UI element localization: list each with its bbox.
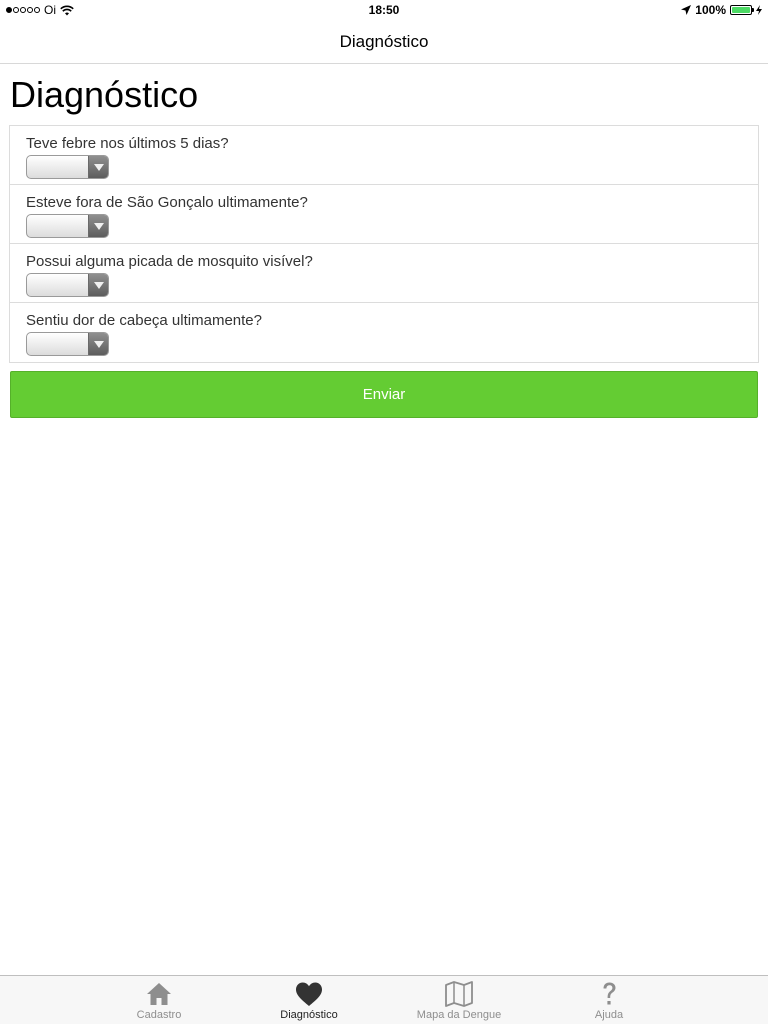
home-icon bbox=[147, 983, 171, 1005]
question-list: Teve febre nos últimos 5 dias? Esteve fo… bbox=[9, 125, 759, 363]
nav-title: Diagnóstico bbox=[339, 32, 429, 51]
dropdown-arrow-icon bbox=[88, 274, 108, 296]
app-screen: Oi 18:50 100% Diagnóstico Diagnóstico Te… bbox=[0, 0, 768, 1024]
navigation-bar: Diagnóstico bbox=[0, 20, 768, 64]
location-arrow-icon bbox=[681, 5, 692, 15]
submit-button[interactable]: Enviar bbox=[10, 371, 758, 418]
question-row-travel: Esteve fora de São Gonçalo ultimamente? bbox=[10, 185, 758, 244]
status-bar: Oi 18:50 100% bbox=[0, 0, 768, 20]
tab-label: Mapa da Dengue bbox=[416, 1009, 502, 1021]
tab-diagnostico[interactable]: Diagnóstico bbox=[254, 976, 364, 1024]
question-label: Sentiu dor de cabeça ultimamente? bbox=[26, 312, 262, 329]
map-icon bbox=[445, 981, 473, 1007]
dropdown-arrow-icon bbox=[88, 333, 108, 355]
battery-icon bbox=[730, 5, 754, 15]
question-label: Esteve fora de São Gonçalo ultimamente? bbox=[26, 194, 308, 211]
tab-label: Ajuda bbox=[594, 1009, 624, 1021]
tab-mapa-da-dengue[interactable]: Mapa da Dengue bbox=[404, 976, 514, 1024]
tab-ajuda[interactable]: Ajuda bbox=[554, 976, 664, 1024]
tab-cadastro[interactable]: Cadastro bbox=[104, 976, 214, 1024]
charging-bolt-icon bbox=[756, 5, 762, 15]
question-label: Possui alguma picada de mosquito visível… bbox=[26, 253, 313, 270]
travel-select[interactable] bbox=[26, 214, 109, 238]
battery-fill bbox=[732, 7, 750, 13]
question-label: Teve febre nos últimos 5 dias? bbox=[26, 135, 229, 152]
question-row-mosquito-bite: Possui alguma picada de mosquito visível… bbox=[10, 244, 758, 303]
tab-bar: Cadastro Diagnóstico Mapa da Dengue Ajud… bbox=[0, 975, 768, 1024]
question-mark-icon bbox=[603, 982, 616, 1005]
headache-select[interactable] bbox=[26, 332, 109, 356]
heart-icon bbox=[296, 982, 322, 1006]
tab-label: Diagnóstico bbox=[280, 1009, 338, 1021]
mosquito-bite-select[interactable] bbox=[26, 273, 109, 297]
dropdown-arrow-icon bbox=[88, 215, 108, 237]
question-row-fever: Teve febre nos últimos 5 dias? bbox=[10, 126, 758, 185]
status-right: 100% bbox=[681, 3, 762, 17]
status-time: 18:50 bbox=[368, 3, 400, 17]
dropdown-arrow-icon bbox=[88, 156, 108, 178]
battery-percent: 100% bbox=[695, 3, 726, 17]
tab-label: Cadastro bbox=[136, 1009, 182, 1021]
fever-select[interactable] bbox=[26, 155, 109, 179]
page-title: Diagnóstico bbox=[10, 74, 199, 115]
question-row-headache: Sentiu dor de cabeça ultimamente? bbox=[10, 303, 758, 362]
